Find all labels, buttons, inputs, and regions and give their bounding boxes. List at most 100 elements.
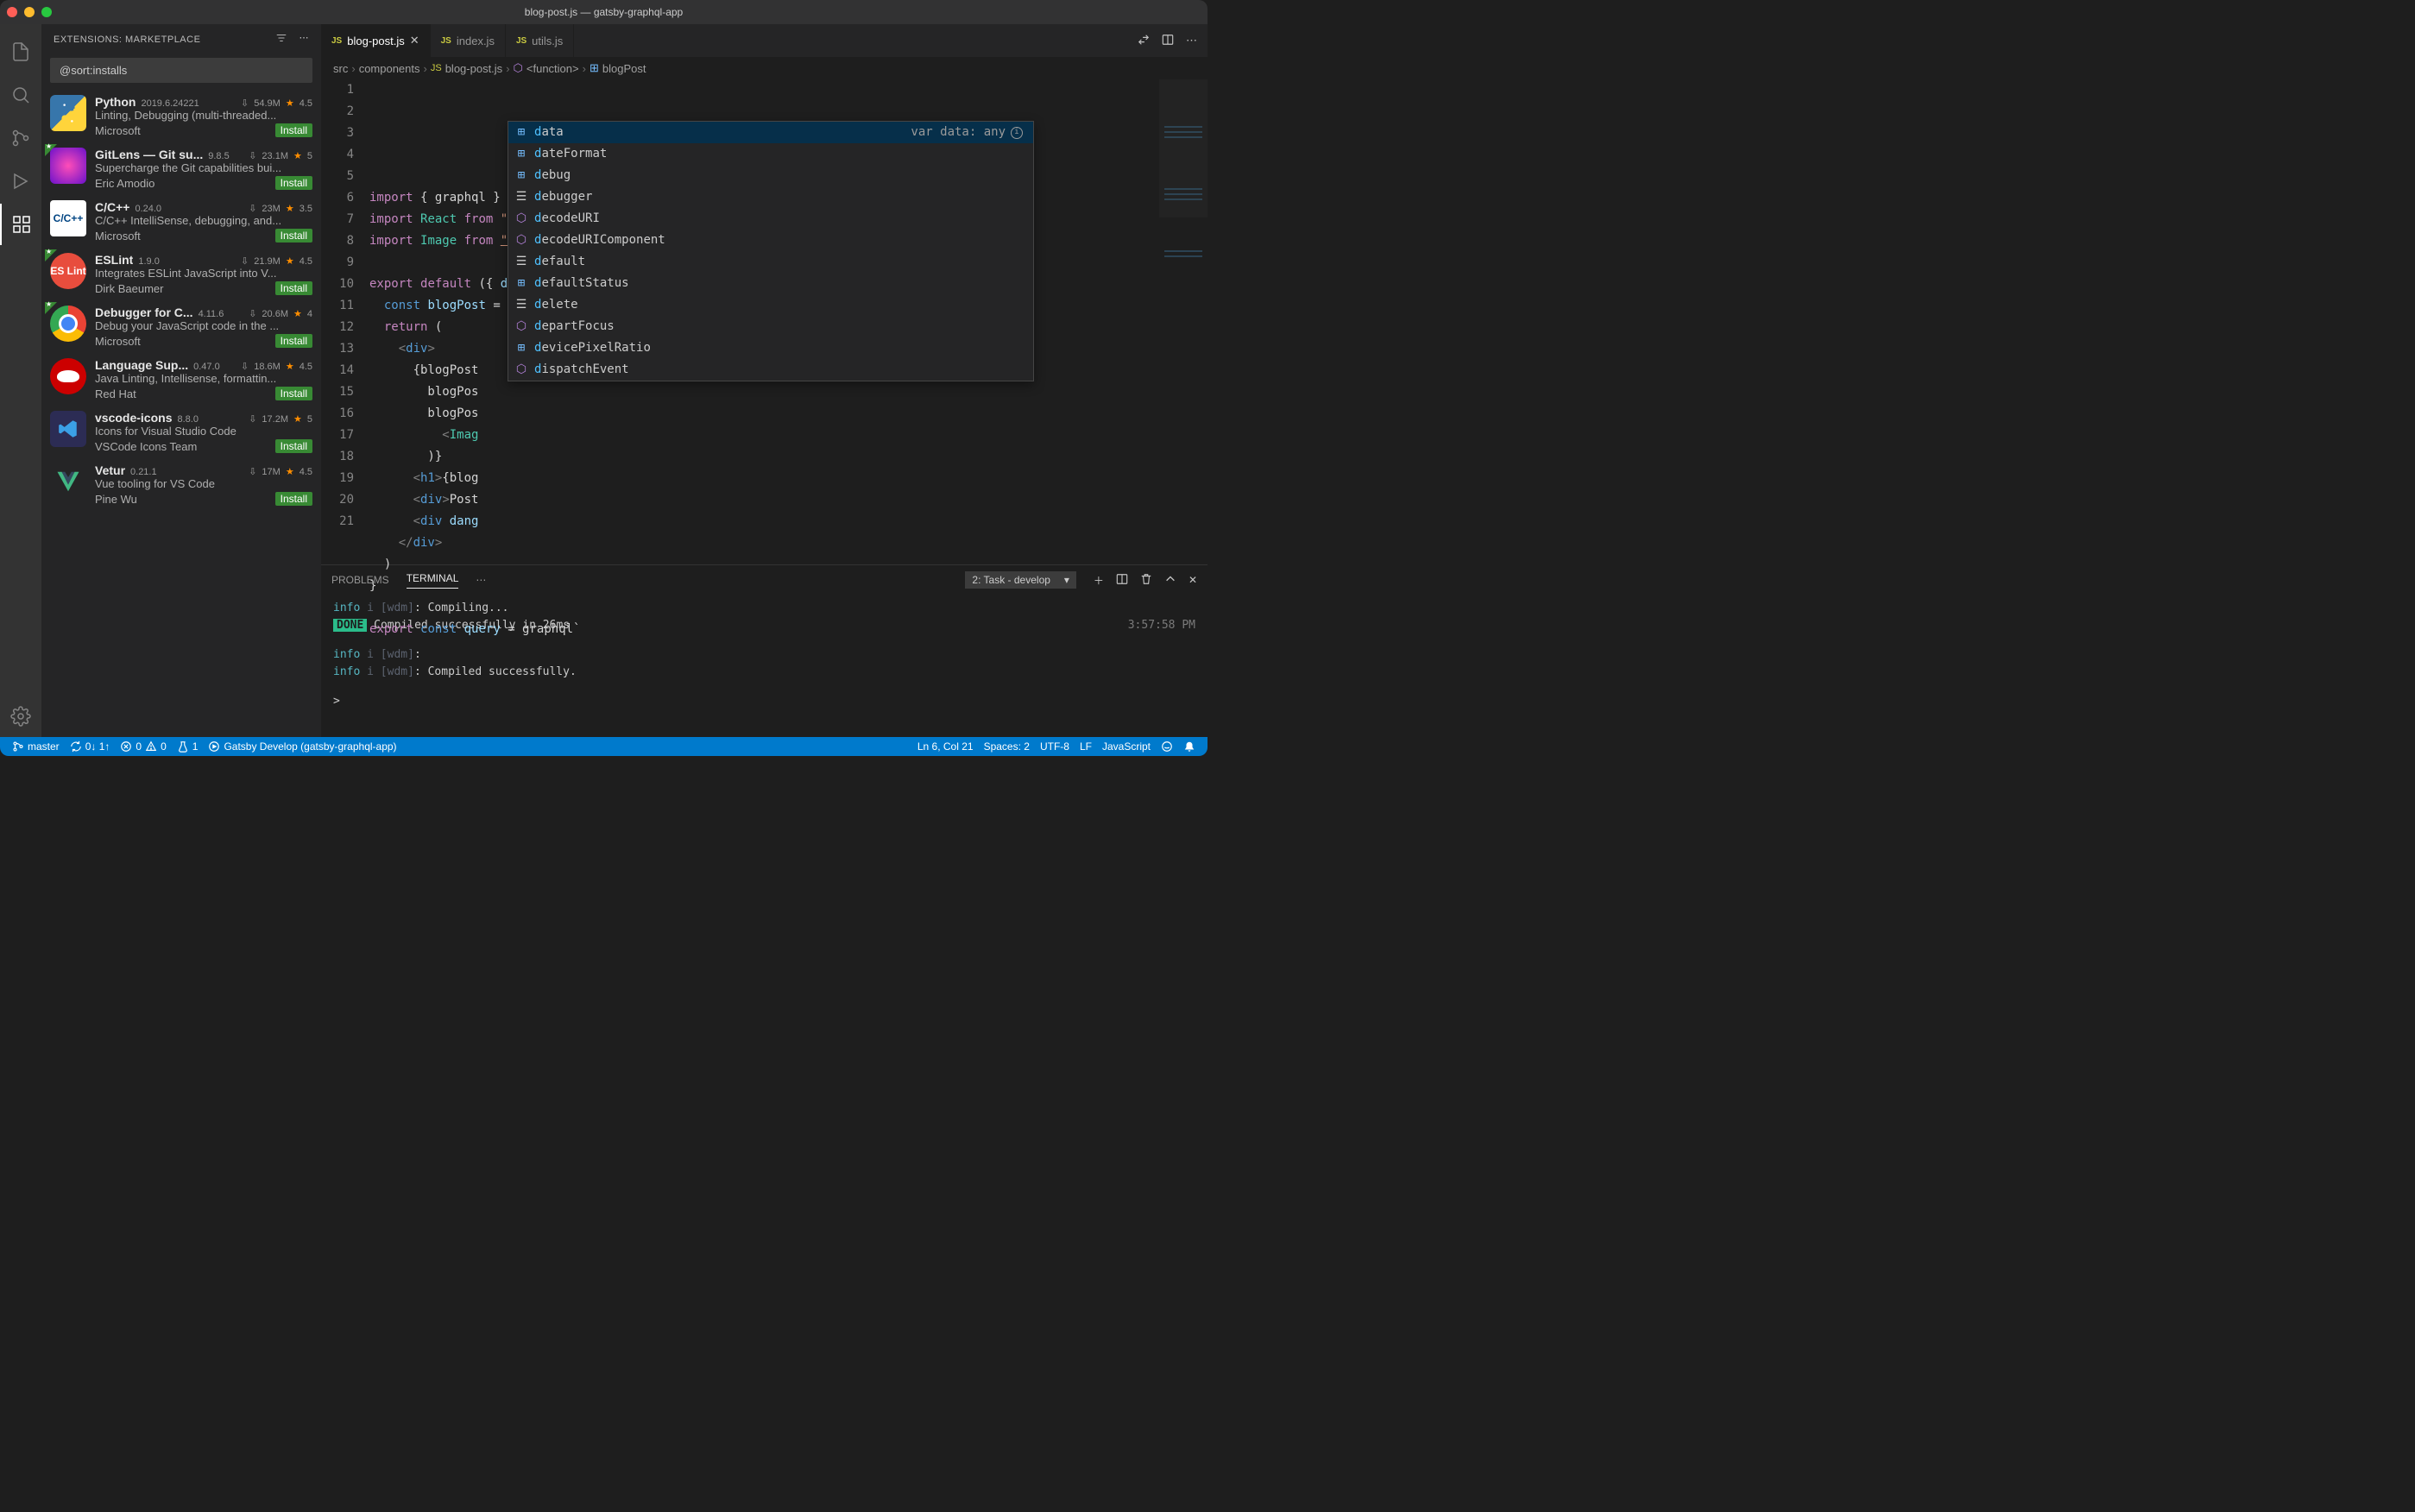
extension-downloads: 54.9M bbox=[254, 98, 281, 109]
suggestion-item[interactable]: ⬡departFocus bbox=[508, 316, 1033, 337]
suggestion-label: dateFormat bbox=[534, 143, 607, 165]
variable-icon: ⊞ bbox=[514, 143, 529, 165]
download-icon: ⇩ bbox=[241, 98, 249, 109]
code-line[interactable]: blogPos bbox=[369, 403, 1208, 425]
extension-icon: C/C++ bbox=[50, 200, 86, 236]
tests-status[interactable]: 1 bbox=[172, 740, 204, 753]
breadcrumb-item[interactable]: blogPost bbox=[602, 62, 646, 75]
filter-icon[interactable] bbox=[275, 32, 287, 47]
install-button[interactable]: Install bbox=[275, 334, 312, 348]
suggestion-item[interactable]: ⊞defaultStatus bbox=[508, 273, 1033, 294]
editor-tab[interactable]: JS index.js bbox=[431, 24, 506, 57]
indentation-status[interactable]: Spaces: 2 bbox=[979, 740, 1035, 753]
code-line[interactable]: export const query = graphql` bbox=[369, 619, 1208, 640]
language-status[interactable]: JavaScript bbox=[1097, 740, 1156, 753]
feedback-icon[interactable] bbox=[1156, 740, 1178, 753]
problems-status[interactable]: 0 0 bbox=[115, 740, 171, 753]
install-button[interactable]: Install bbox=[275, 229, 312, 243]
star-icon: ★ bbox=[293, 150, 302, 161]
notifications-icon[interactable] bbox=[1178, 740, 1201, 753]
minimap[interactable] bbox=[1159, 79, 1208, 217]
extension-item[interactable]: vscode-icons 8.8.0 ⇩17.2M ★5 Icons for V… bbox=[41, 406, 321, 458]
extension-item[interactable]: GitLens — Git su... 9.8.5 ⇩23.1M ★5 Supe… bbox=[41, 142, 321, 195]
install-button[interactable]: Install bbox=[275, 387, 312, 400]
window-minimize-button[interactable] bbox=[24, 7, 35, 17]
extensions-icon[interactable] bbox=[0, 204, 41, 245]
breadcrumbs[interactable]: src › components › JS blog-post.js › ⬡ <… bbox=[321, 57, 1208, 79]
window-maximize-button[interactable] bbox=[41, 7, 52, 17]
task-status[interactable]: Gatsby Develop (gatsby-graphql-app) bbox=[203, 740, 401, 753]
editor-tab[interactable]: JS utils.js bbox=[506, 24, 574, 57]
extensions-list[interactable]: Python 2019.6.24221 ⇩54.9M ★4.5 Linting,… bbox=[41, 90, 321, 737]
extension-description: Linting, Debugging (multi-threaded... bbox=[95, 109, 312, 122]
intellisense-suggest[interactable]: ⊞datavar data: anyi⊞dateFormat⊞debug☰deb… bbox=[508, 121, 1034, 381]
code-line[interactable]: } bbox=[369, 576, 1208, 597]
window-close-button[interactable] bbox=[7, 7, 17, 17]
breadcrumb-item[interactable]: src bbox=[333, 62, 348, 75]
extension-item[interactable]: Python 2019.6.24221 ⇩54.9M ★4.5 Linting,… bbox=[41, 90, 321, 142]
code-line[interactable]: <Imag bbox=[369, 425, 1208, 446]
code-line[interactable]: )} bbox=[369, 446, 1208, 468]
more-actions-icon[interactable]: ⋯ bbox=[1186, 34, 1197, 47]
suggestion-item[interactable]: ⊞debug bbox=[508, 165, 1033, 186]
code-line[interactable]: <div dang bbox=[369, 511, 1208, 532]
extensions-search-input[interactable] bbox=[50, 58, 312, 83]
install-button[interactable]: Install bbox=[275, 281, 312, 295]
suggestion-item[interactable]: ⊞devicePixelRatio bbox=[508, 337, 1033, 359]
debug-icon[interactable] bbox=[0, 161, 41, 202]
star-icon: ★ bbox=[293, 413, 302, 425]
settings-gear-icon[interactable] bbox=[0, 696, 41, 737]
search-icon[interactable] bbox=[0, 74, 41, 116]
star-icon: ★ bbox=[286, 98, 294, 109]
code-line[interactable]: </div> bbox=[369, 532, 1208, 554]
suggestion-item[interactable]: ☰delete bbox=[508, 294, 1033, 316]
suggestion-item[interactable]: ☰default bbox=[508, 251, 1033, 273]
git-sync-status[interactable]: 0↓ 1↑ bbox=[65, 740, 116, 753]
code-line[interactable]: blogPos bbox=[369, 381, 1208, 403]
close-tab-icon[interactable]: ✕ bbox=[410, 34, 419, 47]
star-icon: ★ bbox=[286, 203, 294, 214]
code-line[interactable]: <div>Post bbox=[369, 489, 1208, 511]
terminal-selector[interactable]: 2: Task - develop bbox=[965, 571, 1076, 589]
breadcrumb-item[interactable]: blog-post.js bbox=[445, 62, 502, 75]
js-file-icon: JS bbox=[431, 63, 442, 73]
install-button[interactable]: Install bbox=[275, 492, 312, 506]
suggestion-item[interactable]: ⊞dateFormat bbox=[508, 143, 1033, 165]
breadcrumb-item[interactable]: components bbox=[359, 62, 420, 75]
suggestion-item[interactable]: ⬡decodeURI bbox=[508, 208, 1033, 230]
extension-downloads: 23.1M bbox=[262, 151, 288, 161]
extension-item[interactable]: C/C++ C/C++ 0.24.0 ⇩23M ★3.5 C/C++ Intel… bbox=[41, 195, 321, 248]
eol-status[interactable]: LF bbox=[1075, 740, 1097, 753]
split-editor-icon[interactable] bbox=[1162, 34, 1174, 48]
code-editor[interactable]: 123456789101112131415161718192021 ⊞datav… bbox=[321, 79, 1208, 564]
info-icon[interactable]: i bbox=[1011, 127, 1023, 139]
code-line[interactable] bbox=[369, 597, 1208, 619]
cursor-position-status[interactable]: Ln 6, Col 21 bbox=[912, 740, 979, 753]
suggestion-item[interactable]: ⊞datavar data: anyi bbox=[508, 122, 1033, 143]
extension-item[interactable]: Language Sup... 0.47.0 ⇩18.6M ★4.5 Java … bbox=[41, 353, 321, 406]
install-button[interactable]: Install bbox=[275, 439, 312, 453]
editor-tabs: JS blog-post.js ✕JS index.js JS utils.js… bbox=[321, 24, 1208, 57]
suggestion-item[interactable]: ⬡decodeURIComponent bbox=[508, 230, 1033, 251]
editor-tab[interactable]: JS blog-post.js ✕ bbox=[321, 24, 431, 57]
code-line[interactable]: ) bbox=[369, 554, 1208, 576]
source-control-icon[interactable] bbox=[0, 117, 41, 159]
extension-item[interactable]: ES Lint ESLint 1.9.0 ⇩21.9M ★4.5 Integra… bbox=[41, 248, 321, 300]
titlebar: blog-post.js — gatsby-graphql-app bbox=[0, 0, 1208, 24]
install-button[interactable]: Install bbox=[275, 176, 312, 190]
code-line[interactable]: <h1>{blog bbox=[369, 468, 1208, 489]
suggestion-item[interactable]: ⬡dispatchEvent bbox=[508, 359, 1033, 381]
js-file-icon: JS bbox=[331, 36, 342, 46]
git-branch-status[interactable]: master bbox=[7, 740, 65, 753]
extension-item[interactable]: Debugger for C... 4.11.6 ⇩20.6M ★4 Debug… bbox=[41, 300, 321, 353]
terminal-prompt[interactable]: > bbox=[333, 693, 1195, 710]
suggestion-item[interactable]: ☰debugger bbox=[508, 186, 1033, 208]
breadcrumb-item[interactable]: <function> bbox=[527, 62, 579, 75]
extension-item[interactable]: Vetur 0.21.1 ⇩17M ★4.5 Vue tooling for V… bbox=[41, 458, 321, 511]
more-icon[interactable]: ⋯ bbox=[300, 32, 310, 47]
encoding-status[interactable]: UTF-8 bbox=[1035, 740, 1075, 753]
compare-icon[interactable] bbox=[1138, 34, 1150, 48]
explorer-icon[interactable] bbox=[0, 31, 41, 72]
download-icon: ⇩ bbox=[249, 150, 256, 161]
install-button[interactable]: Install bbox=[275, 123, 312, 137]
